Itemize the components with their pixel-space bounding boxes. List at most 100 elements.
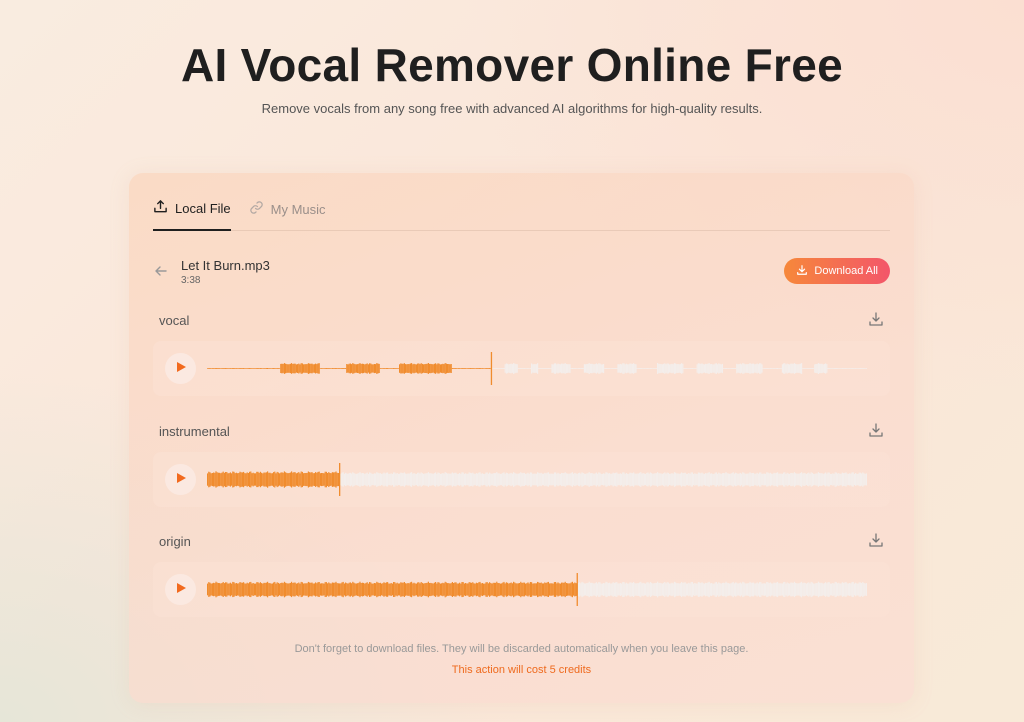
waveform-sample — [693, 473, 695, 486]
waveform-sample — [514, 363, 516, 374]
tab-my-music[interactable]: My Music — [249, 193, 326, 231]
waveform-sample — [667, 582, 669, 597]
waveform-sample — [265, 368, 267, 369]
waveform-sample — [375, 364, 377, 373]
waveform-sample — [469, 582, 471, 597]
waveform-sample — [708, 363, 710, 374]
waveform-sample — [424, 473, 426, 486]
waveform[interactable] — [207, 349, 867, 388]
waveform-sample — [339, 583, 341, 596]
waveform-sample — [831, 368, 833, 369]
waveform-sample — [211, 368, 213, 369]
waveform-sample — [690, 582, 692, 597]
waveform-sample — [561, 472, 563, 487]
waveform-sample — [257, 582, 259, 597]
tab-local-file[interactable]: Local File — [153, 193, 231, 231]
waveform-sample — [657, 581, 659, 598]
waveform-sample — [625, 582, 627, 597]
waveform-sample — [327, 473, 329, 486]
waveform-sample — [252, 472, 254, 487]
waveform-sample — [775, 368, 777, 369]
waveform[interactable] — [207, 570, 867, 609]
waveform-sample — [232, 471, 234, 488]
waveform-sample — [553, 363, 555, 374]
waveform-sample — [558, 364, 560, 373]
waveform-sample — [669, 364, 671, 373]
waveform-sample — [323, 473, 325, 486]
waveform-sample — [369, 472, 371, 487]
waveform-sample — [515, 364, 517, 373]
waveform-sample — [462, 582, 464, 597]
waveform-sample — [665, 583, 667, 596]
play-button[interactable] — [165, 464, 196, 495]
waveform-sample — [322, 368, 324, 369]
waveform-sample — [334, 472, 336, 487]
waveform-sample — [750, 582, 752, 597]
play-button[interactable] — [165, 353, 196, 384]
waveform-sample — [348, 582, 350, 597]
waveform-sample — [222, 368, 224, 369]
waveform-sample — [351, 364, 353, 373]
waveform-sample — [670, 583, 672, 596]
waveform-sample — [271, 583, 273, 596]
waveform-sample — [641, 583, 643, 596]
waveform-sample — [652, 473, 654, 486]
back-arrow-icon[interactable] — [153, 263, 169, 279]
waveform-sample — [427, 363, 429, 374]
waveform-sample — [737, 364, 739, 373]
waveform-sample — [546, 472, 548, 487]
waveform-sample — [628, 473, 630, 486]
waveform-sample — [701, 472, 703, 487]
waveform-sample — [353, 473, 355, 486]
download-icon[interactable] — [868, 311, 884, 327]
waveform-sample — [355, 473, 357, 486]
waveform-sample — [449, 583, 451, 596]
download-icon[interactable] — [868, 532, 884, 548]
waveform-sample — [637, 583, 639, 596]
waveform-sample — [708, 472, 710, 487]
waveform-sample — [827, 472, 829, 487]
waveform-sample — [387, 472, 389, 487]
waveform-sample — [605, 368, 607, 369]
waveform[interactable] — [207, 460, 867, 499]
waveform-sample — [267, 581, 269, 598]
waveform-sample — [390, 368, 392, 369]
waveform-sample — [325, 582, 327, 597]
waveform-sample — [816, 473, 818, 486]
waveform-sample — [525, 473, 527, 486]
waveform-sample — [409, 363, 411, 374]
waveform-sample — [625, 473, 627, 486]
waveform-sample — [239, 368, 241, 369]
waveform-sample — [239, 471, 241, 488]
waveform-sample — [623, 472, 625, 487]
play-icon — [175, 581, 187, 599]
waveform-sample — [742, 363, 744, 374]
waveform-sample — [547, 368, 549, 369]
waveform-sample — [285, 582, 287, 597]
waveform-sample — [358, 363, 360, 374]
waveform-sample — [371, 364, 373, 373]
waveform-sample — [755, 364, 757, 373]
waveform-sample — [587, 363, 589, 374]
waveform-sample — [599, 472, 601, 487]
waveform-sample — [573, 368, 575, 369]
waveform-sample — [789, 364, 791, 373]
waveform-sample — [394, 472, 396, 487]
waveform-sample — [519, 583, 521, 597]
waveform-sample — [593, 364, 595, 373]
waveform-sample — [312, 583, 314, 596]
download-icon[interactable] — [868, 422, 884, 438]
waveform-sample — [712, 473, 714, 485]
waveform-sample — [387, 582, 389, 597]
download-all-button[interactable]: Download All — [784, 258, 890, 284]
waveform-sample — [732, 368, 734, 369]
waveform-sample — [222, 582, 224, 597]
play-button[interactable] — [165, 574, 196, 605]
waveform-sample — [225, 368, 227, 369]
waveform-sample — [249, 582, 251, 597]
waveform-sample — [736, 582, 738, 597]
waveform-sample — [245, 583, 247, 596]
waveform-sample — [301, 363, 303, 374]
waveform-sample — [840, 583, 842, 596]
waveform-sample — [738, 583, 740, 596]
